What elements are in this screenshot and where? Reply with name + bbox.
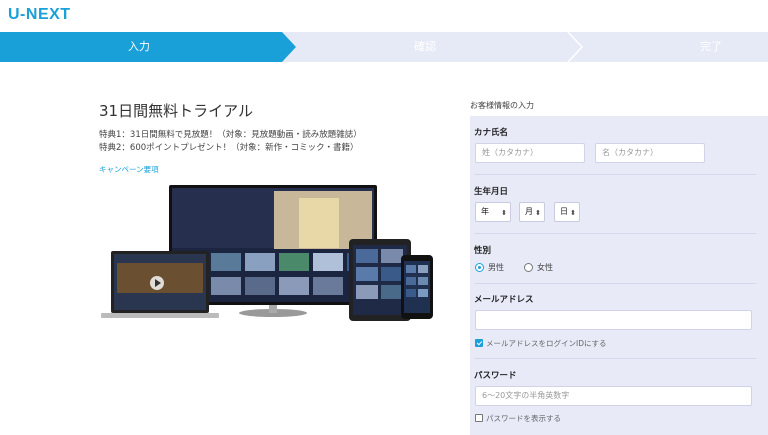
divider — [474, 358, 756, 359]
birth-day-select[interactable]: 日 ⬍ — [554, 202, 580, 222]
password-section: パスワード — [474, 369, 756, 381]
email-label: メールアドレス — [474, 295, 534, 305]
step-progress-bar: 入力 確認 完了 — [0, 32, 768, 62]
step-complete: 完了 — [700, 40, 722, 53]
kana-last-name-input[interactable]: 姓（カタカナ） — [475, 143, 585, 163]
birth-year-value: 年 — [481, 207, 489, 216]
gender-label: 性別 — [474, 246, 492, 256]
show-password-label: パスワードを表示する — [486, 414, 561, 423]
promo-title: 31日間無料トライアル — [99, 102, 253, 120]
kana-name-label: カナ氏名 — [474, 128, 509, 138]
password-label: パスワード — [474, 371, 517, 381]
birth-day-value: 日 — [560, 207, 568, 216]
birth-month-value: 月 — [525, 207, 533, 216]
kana-first-name-input[interactable]: 名（カタカナ） — [595, 143, 705, 163]
site-header: U-NEXT — [0, 0, 768, 32]
birth-year-select[interactable]: 年 ⬍ — [475, 202, 511, 222]
select-arrows-icon: ⬍ — [570, 209, 576, 217]
divider — [474, 283, 756, 284]
promo-perk-1: 特典1：31日間無料で見放題！（対象：見放題動画・読み放題雑誌） — [99, 130, 362, 140]
campaign-terms-link[interactable]: キャンペーン要項 — [99, 164, 429, 175]
step-confirm: 確認 — [414, 40, 436, 53]
birthdate-label: 生年月日 — [474, 187, 509, 197]
select-arrows-icon: ⬍ — [535, 209, 541, 217]
email-input[interactable] — [475, 310, 752, 330]
step-input: 入力 — [128, 40, 150, 53]
gender-male-radio[interactable] — [475, 263, 484, 272]
show-password-checkbox[interactable] — [475, 414, 483, 422]
phone-device — [401, 255, 433, 319]
birthdate-section: 生年月日 — [474, 185, 756, 197]
promo-perk-2: 特典2：600ポイントプレゼント！（対象：新作・コミック・書籍） — [99, 143, 359, 153]
birth-month-select[interactable]: 月 ⬍ — [519, 202, 545, 222]
password-input[interactable]: 6～20文字の半角英数字 — [475, 386, 752, 406]
form-heading: お客様情報の入力 — [470, 101, 534, 110]
chevron-right-icon — [566, 32, 584, 62]
email-as-login-label: メールアドレスをログインIDにする — [486, 339, 607, 348]
laptop-device — [101, 251, 219, 318]
divider — [474, 233, 756, 234]
select-arrows-icon: ⬍ — [501, 209, 507, 217]
promo-section: 31日間無料トライアル 特典1：31日間無料で見放題！（対象：見放題動画・読み放… — [99, 100, 429, 175]
gender-male-label: 男性 — [488, 263, 504, 272]
gender-female-radio[interactable] — [524, 263, 533, 272]
divider — [474, 174, 756, 175]
email-section: メールアドレス — [474, 293, 756, 305]
kana-name-section: カナ氏名 — [474, 126, 756, 138]
devices-illustration — [99, 183, 439, 323]
unext-logo[interactable]: U-NEXT — [8, 6, 71, 24]
customer-info-form: カナ氏名 姓（カタカナ） 名（カタカナ） 生年月日 年 ⬍ 月 ⬍ 日 ⬍ 性別… — [470, 116, 768, 435]
gender-female-label: 女性 — [537, 263, 553, 272]
email-as-login-checkbox[interactable] — [475, 339, 483, 347]
gender-section: 性別 — [474, 244, 756, 256]
